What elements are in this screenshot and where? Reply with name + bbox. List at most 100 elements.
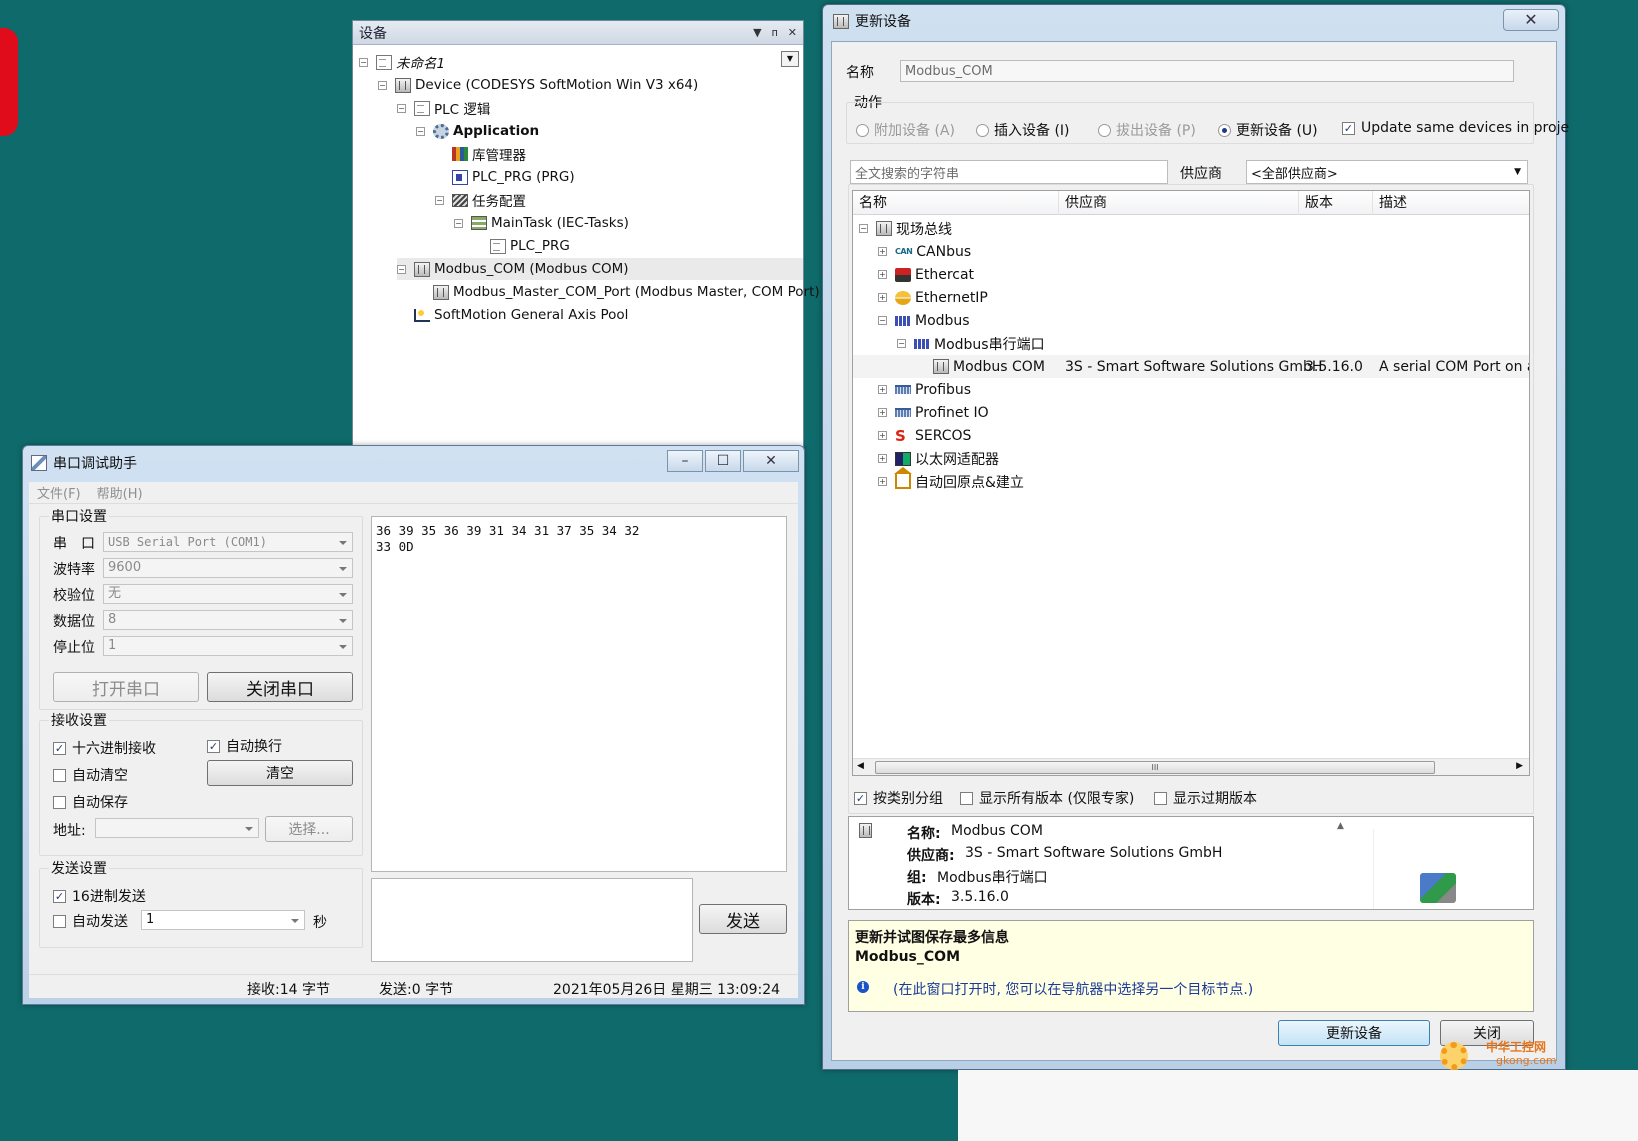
tree-expander-icon[interactable]: − [454,218,463,228]
close-icon[interactable]: ✕ [788,26,797,39]
auto-newline-checkbox[interactable]: ✓ 自动换行 [207,736,282,756]
update-device-button[interactable]: 更新设备 [1278,1020,1430,1046]
port-group-title: 串口设置 [49,506,109,526]
status-bar: 接收:14 字节 发送:0 字节 2021年05月26日 星期三 13:09:2… [29,974,798,998]
vendor-select[interactable]: <全部供应商> ▼ [1246,160,1528,184]
menu-bar: 文件(F) 帮助(H) [29,482,798,504]
auto-clear-checkbox[interactable]: 自动清空 [53,765,128,785]
catalog-option-label: 按类别分组 [873,791,943,807]
search-input[interactable]: 全文搜索的字符串 [850,160,1168,184]
tree-item[interactable]: − PLC 逻辑 [397,97,490,119]
name-label: 名称 [846,65,874,81]
pin-icon[interactable]: ᴨ [772,26,778,39]
serial-title: 串口调试助手 [53,456,137,472]
red-side-tab [0,28,18,136]
browse-button[interactable]: 选择... [265,816,353,842]
devices-panel-title: 设备 [359,25,387,42]
port-field-select[interactable]: 9600 [103,558,353,578]
clear-button[interactable]: 清空 [207,760,353,786]
action-radio-3[interactable]: 更新设备 (U) [1218,120,1318,140]
device-tree: − 未命名1− Device (CODESYS SoftMotion Win V3 … [353,47,820,449]
auto-clear-label: 自动清空 [72,768,128,784]
open-port-button[interactable]: 打开串口 [53,672,199,702]
tree-item[interactable]: PLC_PRG [473,235,570,257]
panel-dropdown-icon[interactable]: ▼ [753,26,761,39]
hex-receive-checkbox[interactable]: ✓ 十六进制接收 [53,738,156,758]
action-radio-1[interactable]: 插入设备 (I) [976,120,1070,140]
menu-file[interactable]: 文件(F) [37,483,81,502]
task-config-icon [452,193,468,207]
tree-item[interactable]: Modbus_Master_COM_Port (Modbus Master, C… [416,281,820,303]
hint-text: (在此窗口打开时, 您可以在导航器中选择另一个目标节点.) [893,982,1254,998]
tree-item[interactable]: − 任务配置 [435,189,526,211]
name-field[interactable]: Modbus_COM [900,60,1514,82]
tree-item[interactable]: PLC_PRG (PRG) [435,166,575,188]
port-field-select[interactable]: 8 [103,610,353,630]
tree-expander-icon[interactable]: − [397,264,406,274]
info-icon: i [857,981,869,993]
info-vendor: 3S - Smart Software Solutions GmbH [965,845,1223,861]
tree-item[interactable]: − MainTask (IEC-Tasks) [454,212,629,234]
sent-count: 发送:0 字节 [379,982,454,998]
tree-item[interactable]: − Application [416,120,539,142]
hint-box: 更新并试图保存最多信息 Modbus_COM i (在此窗口打开时, 您可以在导… [848,920,1534,1012]
scroll-up-icon[interactable]: ▲ [1337,821,1344,831]
catalog-option-0[interactable]: ✓ 按类别分组 [854,788,943,808]
tree-item[interactable]: SoftMotion General Axis Pool [397,304,628,326]
checkbox-unchecked-icon [960,791,973,805]
send-button[interactable]: 发送 [699,904,787,934]
tree-expander-icon[interactable]: − [359,57,368,67]
auto-send-checkbox[interactable]: 自动发送 [53,911,128,931]
prg-call-icon [490,238,506,254]
info-version: 3.5.16.0 [951,889,1009,905]
device-picture-icon [1420,873,1456,903]
dialog-titlebar: 更新设备 [823,5,1565,37]
tree-item-label: 未命名1 [396,56,446,72]
tree-item[interactable]: − Device (CODESYS SoftMotion Win V3 x64) [378,74,698,96]
info-name-label: 名称: [907,826,941,842]
window-close-button[interactable]: ✕ [743,450,799,472]
tree-item[interactable]: 库管理器 [435,143,526,165]
checkbox-checked-icon: ✓ [207,739,220,753]
tree-item[interactable]: − 未命名1 [359,51,445,73]
catalog-option-1[interactable]: 显示所有版本 (仅限专家) [960,788,1134,808]
info-version-label: 版本: [907,892,941,908]
info-name: Modbus COM [951,823,1043,839]
minimize-button[interactable]: – [667,450,703,472]
port-field-label: 数据位 [53,614,95,630]
port-field-select[interactable]: 1 [103,636,353,656]
update-same-checkbox[interactable]: ✓ Update same devices in proje [1342,120,1569,136]
receive-textarea[interactable]: 36 39 35 36 39 31 34 31 37 35 34 32 33 0… [371,516,787,872]
dialog-close-button[interactable]: ✕ [1503,9,1559,31]
action-label: 拔出设备 (P) [1116,123,1196,139]
catalog-option-2[interactable]: 显示过期版本 [1154,788,1257,808]
tree-expander-icon[interactable]: − [435,195,444,205]
hex-send-checkbox[interactable]: ✓ 16进制发送 [53,886,146,906]
tree-expander-icon[interactable]: − [378,80,387,90]
menu-help[interactable]: 帮助(H) [97,483,143,502]
tree-item[interactable]: − Modbus_COM (Modbus COM) [397,258,803,280]
tree-expander-icon[interactable]: − [397,103,406,113]
port-field-select[interactable]: USB Serial Port (COM1) [103,532,353,552]
action-radio-2[interactable]: 拔出设备 (P) [1098,120,1196,140]
device-icon [859,823,872,838]
tree-item-label: Device (CODESYS SoftMotion Win V3 x64) [415,77,699,93]
tree-item-label: PLC_PRG (PRG) [472,169,575,185]
device-icon [395,77,411,93]
send-textarea[interactable] [371,878,693,962]
device-icon [433,284,449,300]
port-field-label: 校验位 [53,588,95,604]
maximize-button[interactable]: ☐ [705,450,741,472]
devices-panel: 设备 ▼ ᴨ ✕ ▼ − 未命名1− Device (CODESYS SoftMot… [352,20,820,450]
tree-item-label: Modbus_Master_COM_Port (Modbus Master, C… [453,284,820,300]
close-port-button[interactable]: 关闭串口 [207,672,353,702]
radio-unselected-icon [1098,123,1111,137]
tree-expander-icon[interactable]: − [416,126,425,136]
checkbox-unchecked-icon [53,795,66,809]
auto-save-checkbox[interactable]: 自动保存 [53,792,128,812]
port-field-select[interactable]: 无 [103,584,353,604]
send-interval-input[interactable]: 1 [141,910,305,930]
action-radio-0[interactable]: 附加设备 (A) [856,120,955,140]
watermark-line2: gkong.com [1496,1054,1557,1067]
address-input[interactable] [95,818,259,838]
